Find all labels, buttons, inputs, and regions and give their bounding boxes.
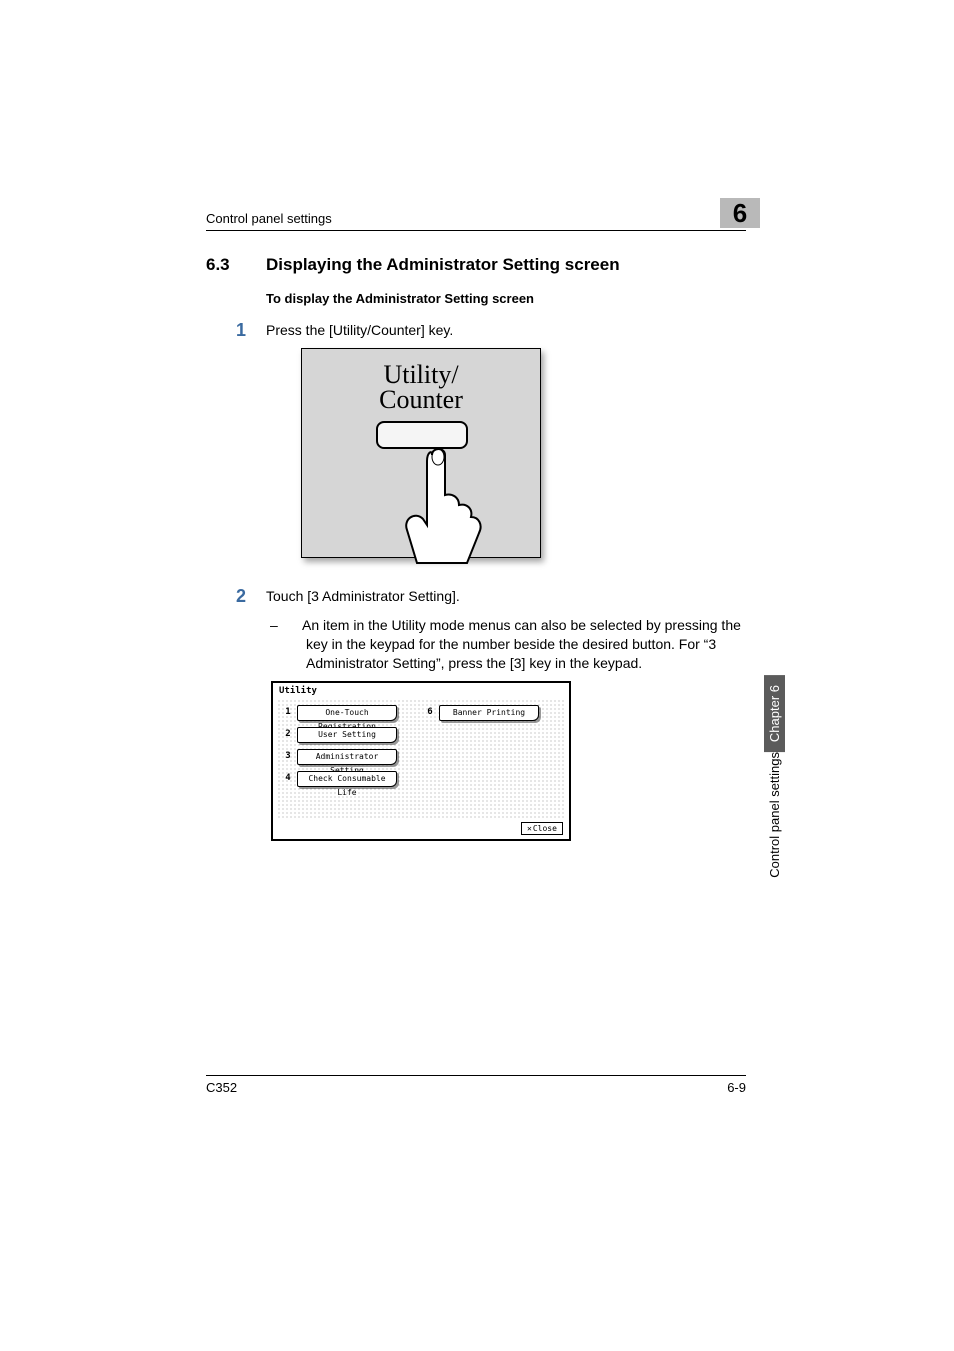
- footer-model: C352: [206, 1080, 237, 1095]
- utility-counter-label: Utility/ Counter: [302, 363, 540, 412]
- page-footer: C352 6-9: [206, 1075, 746, 1095]
- step-2-note-text: An item in the Utility mode menus can al…: [302, 617, 741, 671]
- note-dash-icon: –: [288, 616, 302, 635]
- side-tab: Chapter 6 Control panel settings: [764, 675, 786, 888]
- figure-utility-counter-key: Utility/ Counter: [301, 348, 541, 558]
- section-title: Displaying the Administrator Setting scr…: [266, 255, 620, 274]
- step-2: 2 Touch [3 Administrator Setting].: [266, 588, 746, 606]
- section-heading: 6.3Displaying the Administrator Setting …: [206, 255, 746, 275]
- section-subheading: To display the Administrator Setting scr…: [266, 291, 746, 306]
- utility-screen-title: Utility: [279, 686, 317, 696]
- menu-num-3: 3: [283, 751, 293, 765]
- running-head-row: Control panel settings: [206, 210, 746, 231]
- side-tab-chapter: Chapter 6: [764, 675, 785, 752]
- menu-num-4: 4: [283, 773, 293, 787]
- utility-counter-label-line2: Counter: [379, 385, 463, 414]
- utility-close-button[interactable]: ✕Close: [521, 822, 563, 835]
- menu-check-consumable-life[interactable]: Check Consumable Life: [297, 771, 397, 787]
- menu-num-2: 2: [283, 729, 293, 743]
- figure-utility-screen: Utility 1 One-Touch Registration 2 User …: [271, 681, 571, 841]
- close-icon: ✕: [527, 824, 532, 833]
- menu-one-touch-registration[interactable]: One-Touch Registration: [297, 705, 397, 721]
- step-1: 1 Press the [Utility/Counter] key.: [266, 322, 746, 340]
- step-1-number: 1: [236, 320, 246, 341]
- running-head: Control panel settings: [206, 211, 332, 226]
- menu-num-1: 1: [283, 707, 293, 721]
- utility-close-label: Close: [533, 824, 557, 833]
- step-2-text: Touch [3 Administrator Setting].: [266, 588, 460, 604]
- step-2-number: 2: [236, 586, 246, 607]
- step-2-note: –An item in the Utility mode menus can a…: [306, 616, 746, 673]
- page-body: Control panel settings 6.3Displaying the…: [206, 210, 746, 851]
- menu-administrator-setting[interactable]: Administrator Setting: [297, 749, 397, 765]
- section-number: 6.3: [206, 255, 266, 275]
- pressing-finger-icon: [397, 445, 497, 565]
- menu-banner-printing[interactable]: Banner Printing: [439, 705, 539, 721]
- footer-page-number: 6-9: [727, 1080, 746, 1095]
- menu-user-setting[interactable]: User Setting: [297, 727, 397, 743]
- side-tab-title: Control panel settings: [764, 752, 785, 888]
- step-1-text: Press the [Utility/Counter] key.: [266, 322, 453, 338]
- menu-num-6: 6: [425, 707, 435, 721]
